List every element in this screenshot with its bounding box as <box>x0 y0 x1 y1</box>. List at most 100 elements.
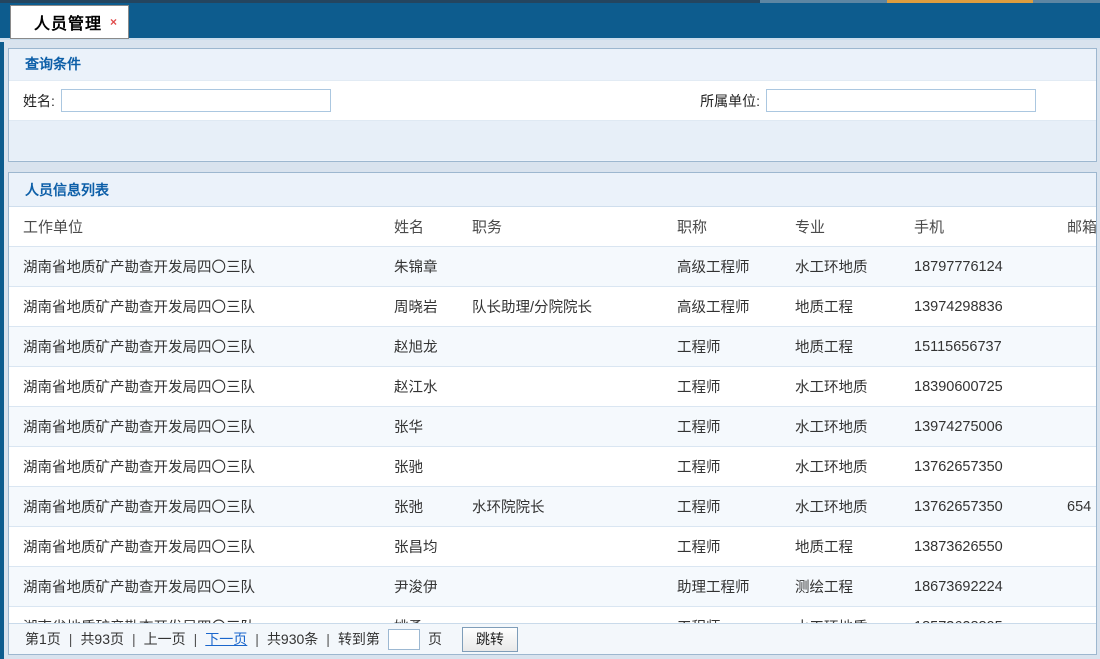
table-cell <box>458 527 663 567</box>
column-header: 手机 <box>900 207 1053 247</box>
pagination-bar: 第1页 | 共93页 | 上一页 | 下一页 | 共930条 | 转到第 页 跳… <box>9 623 1096 654</box>
table-cell <box>1053 407 1096 447</box>
tab-personnel-management[interactable]: 人员管理 × <box>10 5 129 39</box>
table-row: 湖南省地质矿产勘查开发局四〇三队赵旭龙工程师地质工程15115656737 <box>9 327 1096 367</box>
table-cell: 张弛 <box>380 487 458 527</box>
current-page-label: 第1页 <box>25 629 61 649</box>
table-cell: 周晓岩 <box>380 287 458 327</box>
table-cell <box>458 367 663 407</box>
next-page-link[interactable]: 下一页 <box>205 629 247 649</box>
table-cell: 高级工程师 <box>663 287 781 327</box>
table-cell: 13762657350 <box>900 447 1053 487</box>
table-cell: 助理工程师 <box>663 567 781 607</box>
table-cell: 湖南省地质矿产勘查开发局四〇三队 <box>9 407 380 447</box>
unit-input[interactable] <box>766 89 1036 112</box>
table-cell: 赵江水 <box>380 367 458 407</box>
table-cell: 湖南省地质矿产勘查开发局四〇三队 <box>9 287 380 327</box>
table-cell: 水工环地质 <box>781 447 900 487</box>
table-cell <box>458 407 663 447</box>
table-cell: 工程师 <box>663 327 781 367</box>
unit-label: 所属单位: <box>700 91 760 111</box>
table-cell: 水工环地质 <box>781 367 900 407</box>
table-cell: 水环院院长 <box>458 487 663 527</box>
table-cell: 13762657350 <box>900 487 1053 527</box>
table-cell: 工程师 <box>663 447 781 487</box>
jump-button[interactable]: 跳转 <box>462 627 518 652</box>
table-cell <box>1053 367 1096 407</box>
table-cell <box>1053 527 1096 567</box>
tab-label: 人员管理 <box>34 10 102 34</box>
column-header: 工作单位 <box>9 207 380 247</box>
table-cell: 尹浚伊 <box>380 567 458 607</box>
separator: | <box>194 631 198 647</box>
personnel-table-wrap: 工作单位姓名职务职称专业手机邮箱 湖南省地质矿产勘查开发局四〇三队朱锦章高级工程… <box>9 207 1096 647</box>
table-cell: 工程师 <box>663 487 781 527</box>
table-cell: 工程师 <box>663 527 781 567</box>
table-cell <box>1053 567 1096 607</box>
query-field-row: 姓名: 所属单位: <box>9 80 1096 120</box>
table-cell: 水工环地质 <box>781 487 900 527</box>
table-cell: 13974298836 <box>900 287 1053 327</box>
table-row: 湖南省地质矿产勘查开发局四〇三队尹浚伊助理工程师测绘工程18673692224 <box>9 567 1096 607</box>
table-cell <box>1053 447 1096 487</box>
table-row: 湖南省地质矿产勘查开发局四〇三队朱锦章 高级工程师水工环地质18797776124 <box>9 247 1096 287</box>
table-cell: 18390600725 <box>900 367 1053 407</box>
column-header: 职称 <box>663 207 781 247</box>
table-cell <box>458 247 663 287</box>
table-cell: 湖南省地质矿产勘查开发局四〇三队 <box>9 247 380 287</box>
table-cell: 张昌均 <box>380 527 458 567</box>
table-cell <box>458 327 663 367</box>
query-panel-footer <box>9 120 1096 160</box>
table-cell: 13873626550 <box>900 527 1053 567</box>
name-input[interactable] <box>61 89 331 112</box>
name-field: 姓名: <box>23 89 331 112</box>
table-cell: 地质工程 <box>781 327 900 367</box>
table-cell <box>1053 327 1096 367</box>
goto-page-suffix: 页 <box>428 629 442 649</box>
table-row: 湖南省地质矿产勘查开发局四〇三队张驰工程师水工环地质13762657350 <box>9 447 1096 487</box>
table-cell: 湖南省地质矿产勘查开发局四〇三队 <box>9 367 380 407</box>
table-cell <box>1053 287 1096 327</box>
table-cell: 地质工程 <box>781 287 900 327</box>
page-content: 查询条件 姓名: 所属单位: 人员信息列表 工作单位姓名职务职称专业手机邮箱 湖… <box>0 42 1100 659</box>
table-cell: 张华 <box>380 407 458 447</box>
table-cell: 测绘工程 <box>781 567 900 607</box>
table-row: 湖南省地质矿产勘查开发局四〇三队张华工程师水工环地质13974275006 <box>9 407 1096 447</box>
prev-page-button[interactable]: 上一页 <box>144 629 186 649</box>
table-cell: 水工环地质 <box>781 247 900 287</box>
total-pages-label: 共93页 <box>80 629 124 649</box>
table-cell: 高级工程师 <box>663 247 781 287</box>
table-row: 湖南省地质矿产勘查开发局四〇三队张弛水环院院长工程师水工环地质137626573… <box>9 487 1096 527</box>
table-cell: 18797776124 <box>900 247 1053 287</box>
personnel-list-panel: 人员信息列表 工作单位姓名职务职称专业手机邮箱 湖南省地质矿产勘查开发局四〇三队… <box>8 172 1097 655</box>
goto-page-input[interactable] <box>388 629 420 650</box>
table-cell: 朱锦章 <box>380 247 458 287</box>
table-cell: 湖南省地质矿产勘查开发局四〇三队 <box>9 327 380 367</box>
unit-field: 所属单位: <box>700 89 1036 112</box>
table-header-row: 工作单位姓名职务职称专业手机邮箱 <box>9 207 1096 247</box>
table-cell: 湖南省地质矿产勘查开发局四〇三队 <box>9 567 380 607</box>
table-row: 湖南省地质矿产勘查开发局四〇三队周晓岩队长助理/分院院长高级工程师地质工程139… <box>9 287 1096 327</box>
personnel-table: 工作单位姓名职务职称专业手机邮箱 湖南省地质矿产勘查开发局四〇三队朱锦章高级工程… <box>9 207 1096 647</box>
tab-close-icon[interactable]: × <box>108 14 119 30</box>
table-body: 湖南省地质矿产勘查开发局四〇三队朱锦章高级工程师水工环地质18797776124… <box>9 247 1096 647</box>
table-cell <box>458 447 663 487</box>
header-tab-bar: 人员管理 × <box>0 3 1100 40</box>
column-header: 姓名 <box>380 207 458 247</box>
total-items-label: 共930条 <box>267 629 318 649</box>
table-cell: 湖南省地质矿产勘查开发局四〇三队 <box>9 487 380 527</box>
separator: | <box>255 631 259 647</box>
table-cell: 湖南省地质矿产勘查开发局四〇三队 <box>9 527 380 567</box>
separator: | <box>326 631 330 647</box>
table-row: 湖南省地质矿产勘查开发局四〇三队张昌均工程师地质工程13873626550 <box>9 527 1096 567</box>
table-cell: 654 <box>1053 487 1096 527</box>
query-panel-title: 查询条件 <box>9 49 1096 80</box>
name-label: 姓名: <box>23 91 55 111</box>
table-cell: 赵旭龙 <box>380 327 458 367</box>
column-header: 职务 <box>458 207 663 247</box>
table-cell: 张驰 <box>380 447 458 487</box>
goto-page-label: 转到第 <box>338 629 380 649</box>
table-header: 工作单位姓名职务职称专业手机邮箱 <box>9 207 1096 247</box>
left-edge-strip <box>0 42 4 659</box>
separator: | <box>69 631 73 647</box>
